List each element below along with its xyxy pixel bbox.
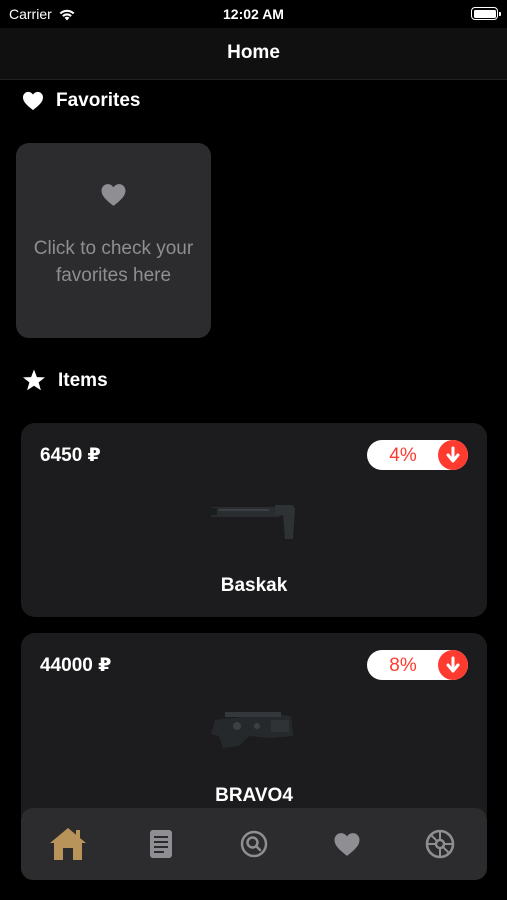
favorites-card[interactable]: Click to check your favorites here bbox=[16, 143, 211, 338]
arrow-down-icon bbox=[438, 650, 468, 680]
discount-badge: 8% bbox=[367, 650, 468, 680]
heart-icon bbox=[101, 184, 126, 206]
item-price: 6450 ₽ bbox=[40, 445, 101, 466]
star-icon bbox=[23, 369, 45, 391]
battery-icon bbox=[471, 7, 501, 20]
search-icon bbox=[240, 830, 268, 858]
item-image bbox=[21, 491, 487, 551]
discount-value: 8% bbox=[389, 655, 417, 676]
item-card[interactable]: 6450 ₽ 4% Baskak bbox=[21, 423, 487, 617]
home-icon bbox=[49, 828, 86, 860]
clock: 12:02 AM bbox=[223, 6, 284, 22]
discount-value: 4% bbox=[389, 445, 417, 466]
home-screen: Carrier 12:02 AM Home Favorites Click to… bbox=[0, 0, 507, 900]
tab-bar bbox=[21, 808, 487, 880]
favorites-header: Favorites bbox=[22, 90, 140, 112]
tab-home[interactable] bbox=[38, 814, 98, 874]
page-title: Home bbox=[227, 42, 280, 63]
arrow-down-icon bbox=[438, 440, 468, 470]
item-name: BRAVO4 bbox=[215, 785, 293, 806]
items-title: Items bbox=[58, 369, 108, 391]
item-name: Baskak bbox=[220, 575, 288, 596]
item-image bbox=[21, 701, 487, 761]
heart-icon bbox=[23, 91, 43, 111]
settings-icon bbox=[426, 829, 455, 859]
item-price: 44000 ₽ bbox=[40, 655, 112, 676]
favorites-card-text: Click to check your favorites here bbox=[33, 238, 194, 286]
favorites-title: Favorites bbox=[56, 90, 141, 111]
items-header: Items bbox=[22, 369, 108, 392]
tab-settings[interactable] bbox=[410, 814, 470, 874]
discount-badge: 4% bbox=[367, 440, 468, 470]
tab-list[interactable] bbox=[131, 814, 191, 874]
heart-icon bbox=[334, 832, 360, 856]
item-card[interactable]: 44000 ₽ 8% BRAVO4 bbox=[21, 633, 487, 827]
tab-search[interactable] bbox=[224, 814, 284, 874]
list-icon bbox=[149, 830, 172, 858]
navigation-bar: Home bbox=[0, 28, 507, 80]
tab-favorites[interactable] bbox=[317, 814, 377, 874]
status-bar: Carrier 12:02 AM bbox=[0, 0, 507, 28]
